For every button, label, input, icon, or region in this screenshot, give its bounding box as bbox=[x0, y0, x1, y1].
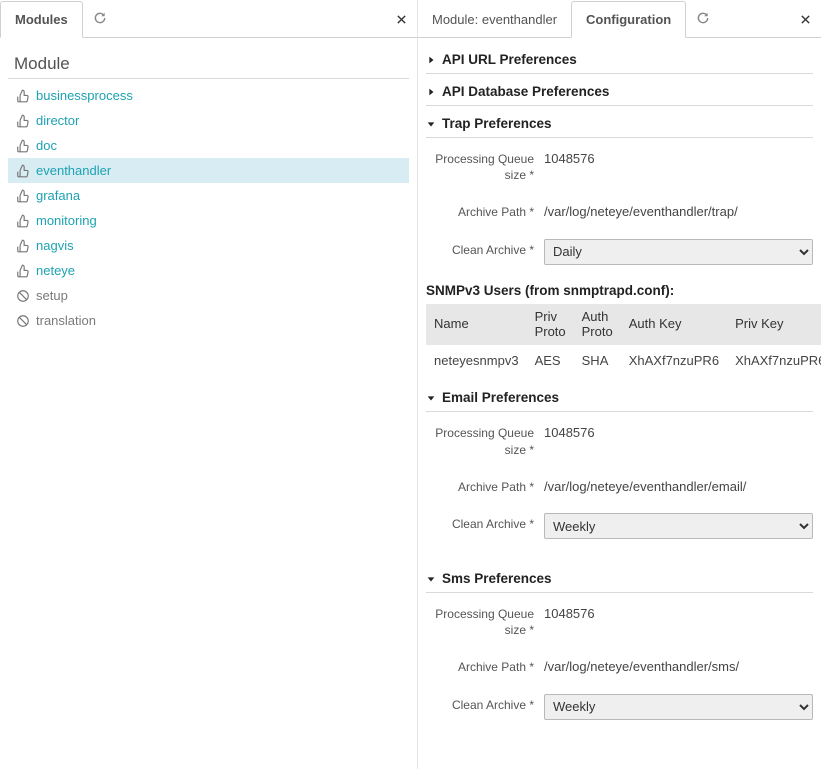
section-api-database-preferences[interactable]: API Database Preferences bbox=[426, 74, 813, 106]
chevron-down-icon bbox=[426, 393, 436, 403]
module-link[interactable]: monitoring bbox=[36, 213, 97, 228]
module-item-eventhandler[interactable]: eventhandler bbox=[8, 158, 409, 183]
chevron-right-icon bbox=[426, 55, 436, 65]
module-link[interactable]: doc bbox=[36, 138, 57, 153]
tab-module-detail[interactable]: Module: eventhandler bbox=[418, 2, 571, 37]
archive-path-label: Archive Path * bbox=[426, 201, 544, 220]
clean-archive-select[interactable]: Weekly bbox=[544, 694, 813, 720]
tab-configuration[interactable]: Configuration bbox=[571, 1, 686, 38]
table-header-row: Name Priv Proto Auth Proto Auth Key Priv… bbox=[426, 304, 821, 346]
module-link[interactable]: setup bbox=[36, 288, 68, 303]
thumbs-up-icon bbox=[16, 264, 30, 278]
queue-size-label: Processing Queue size * bbox=[426, 422, 544, 457]
reload-icon bbox=[93, 11, 107, 25]
module-item-doc[interactable]: doc bbox=[8, 133, 409, 158]
section-title: Email Preferences bbox=[442, 390, 559, 405]
thumbs-up-icon bbox=[16, 189, 30, 203]
module-item-monitoring[interactable]: monitoring bbox=[8, 208, 409, 233]
section-title: API URL Preferences bbox=[442, 52, 577, 67]
thumbs-up-icon bbox=[16, 114, 30, 128]
queue-size-label: Processing Queue size * bbox=[426, 603, 544, 638]
module-item-neteye[interactable]: neteye bbox=[8, 258, 409, 283]
module-item-director[interactable]: director bbox=[8, 108, 409, 133]
trap-preferences-body: Processing Queue size * 1048576 Archive … bbox=[426, 138, 813, 380]
clean-archive-label: Clean Archive * bbox=[426, 239, 544, 258]
clean-archive-label: Clean Archive * bbox=[426, 694, 544, 713]
email-preferences-body: Processing Queue size * 1048576 Archive … bbox=[426, 412, 813, 561]
snmp-users-table: Name Priv Proto Auth Proto Auth Key Priv… bbox=[426, 304, 821, 377]
cell-name: neteyesnmpv3 bbox=[426, 345, 527, 376]
thumbs-up-icon bbox=[16, 139, 30, 153]
queue-size-label: Processing Queue size * bbox=[426, 148, 544, 183]
chevron-down-icon bbox=[426, 574, 436, 584]
configuration-panel: Module: eventhandler Configuration API U… bbox=[418, 0, 821, 769]
archive-path-value: /var/log/neteye/eventhandler/email/ bbox=[544, 476, 813, 494]
reload-left[interactable] bbox=[83, 1, 117, 38]
reload-icon bbox=[696, 11, 710, 25]
queue-size-value: 1048576 bbox=[544, 148, 813, 166]
chevron-down-icon bbox=[426, 119, 436, 129]
module-item-setup[interactable]: setup bbox=[8, 283, 409, 308]
chevron-right-icon bbox=[426, 87, 436, 97]
module-link[interactable]: businessprocess bbox=[36, 88, 133, 103]
module-link[interactable]: grafana bbox=[36, 188, 80, 203]
table-row: neteyesnmpv3AESSHAXhAXf7nzuPR6XhAXf7nzuP… bbox=[426, 345, 821, 376]
module-item-nagvis[interactable]: nagvis bbox=[8, 233, 409, 258]
block-icon bbox=[16, 314, 30, 328]
reload-right[interactable] bbox=[686, 1, 720, 38]
clean-archive-select[interactable]: Daily bbox=[544, 239, 813, 265]
cell-auth-key: XhAXf7nzuPR6 bbox=[621, 345, 727, 376]
left-tabs: Modules bbox=[0, 0, 417, 38]
block-icon bbox=[16, 289, 30, 303]
section-trap-preferences[interactable]: Trap Preferences bbox=[426, 106, 813, 138]
section-title: Sms Preferences bbox=[442, 571, 552, 586]
module-item-grafana[interactable]: grafana bbox=[8, 183, 409, 208]
archive-path-value: /var/log/neteye/eventhandler/trap/ bbox=[544, 201, 813, 219]
clean-archive-label: Clean Archive * bbox=[426, 513, 544, 532]
thumbs-up-icon bbox=[16, 89, 30, 103]
tab-modules[interactable]: Modules bbox=[0, 1, 83, 38]
clean-archive-select[interactable]: Weekly bbox=[544, 513, 813, 539]
modules-section-title: Module bbox=[8, 48, 409, 79]
queue-size-value: 1048576 bbox=[544, 422, 813, 440]
section-api-url-preferences[interactable]: API URL Preferences bbox=[426, 42, 813, 74]
archive-path-label: Archive Path * bbox=[426, 476, 544, 495]
close-left-panel[interactable] bbox=[396, 14, 407, 25]
module-item-translation[interactable]: translation bbox=[8, 308, 409, 333]
module-item-businessprocess[interactable]: businessprocess bbox=[8, 83, 409, 108]
thumbs-up-icon bbox=[16, 239, 30, 253]
section-title: Trap Preferences bbox=[442, 116, 552, 131]
close-right-panel[interactable] bbox=[800, 14, 811, 25]
module-link[interactable]: neteye bbox=[36, 263, 75, 278]
cell-priv-key: XhAXf7nzuPR6 bbox=[727, 345, 821, 376]
section-title: API Database Preferences bbox=[442, 84, 609, 99]
cell-auth-proto: SHA bbox=[574, 345, 621, 376]
section-sms-preferences[interactable]: Sms Preferences bbox=[426, 561, 813, 593]
archive-path-value: /var/log/neteye/eventhandler/sms/ bbox=[544, 656, 813, 674]
col-auth-proto: Auth Proto bbox=[574, 304, 621, 346]
col-name: Name bbox=[426, 304, 527, 346]
snmp-users-title: SNMPv3 Users (from snmptrapd.conf): bbox=[426, 283, 813, 298]
module-link[interactable]: nagvis bbox=[36, 238, 74, 253]
col-priv-key: Priv Key bbox=[727, 304, 821, 346]
queue-size-value: 1048576 bbox=[544, 603, 813, 621]
module-list: businessprocess director doc eventhandler gr… bbox=[8, 83, 409, 333]
module-link[interactable]: director bbox=[36, 113, 79, 128]
sms-preferences-body: Processing Queue size * 1048576 Archive … bbox=[426, 593, 813, 742]
archive-path-label: Archive Path * bbox=[426, 656, 544, 675]
modules-panel: Modules Module businessprocess director do… bbox=[0, 0, 418, 769]
right-tabs: Module: eventhandler Configuration bbox=[418, 0, 821, 38]
col-auth-key: Auth Key bbox=[621, 304, 727, 346]
col-priv-proto: Priv Proto bbox=[527, 304, 574, 346]
thumbs-up-icon bbox=[16, 214, 30, 228]
section-email-preferences[interactable]: Email Preferences bbox=[426, 380, 813, 412]
thumbs-up-icon bbox=[16, 164, 30, 178]
cell-priv-proto: AES bbox=[527, 345, 574, 376]
module-link[interactable]: eventhandler bbox=[36, 163, 111, 178]
module-link[interactable]: translation bbox=[36, 313, 96, 328]
